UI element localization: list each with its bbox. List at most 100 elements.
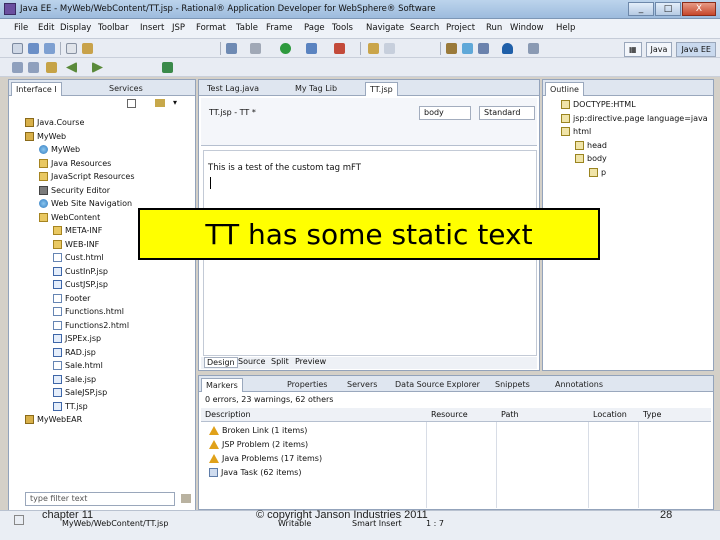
clear-filter-icon[interactable] — [181, 494, 191, 503]
tree-item[interactable]: Functions2.html — [53, 319, 129, 332]
mode-select[interactable]: Standard — [479, 106, 535, 120]
tree-item[interactable]: Java.Course — [25, 116, 84, 129]
outline-item[interactable]: p — [589, 166, 606, 179]
menu-edit[interactable]: Edit — [38, 23, 54, 33]
external-tools-icon[interactable] — [334, 43, 345, 54]
menu-display[interactable]: Display — [60, 23, 91, 33]
menu-frame[interactable]: Frame — [266, 23, 292, 33]
shield-icon[interactable] — [502, 43, 513, 54]
tree-item[interactable]: META-INF — [53, 224, 102, 237]
tab-my-tag-lib[interactable]: My Tag Lib — [291, 82, 341, 96]
new-folder-icon[interactable] — [368, 43, 379, 54]
perspective-java[interactable]: Java — [645, 41, 673, 57]
menu-search[interactable]: Search — [410, 23, 439, 33]
tab-interface[interactable]: Interface I — [11, 82, 62, 96]
marker-row[interactable]: Java Task (62 items) — [209, 466, 301, 479]
col-type[interactable]: Type — [643, 410, 661, 419]
search-icon[interactable] — [478, 43, 489, 54]
tree-item[interactable]: JSPEx.jsp — [53, 332, 101, 345]
tree-item[interactable]: TT.jsp — [53, 400, 88, 413]
tree-item[interactable]: SaleJSP.jsp — [53, 386, 107, 399]
tree-item[interactable]: Sale.jsp — [53, 373, 96, 386]
server-icon[interactable] — [250, 43, 261, 54]
menu-help[interactable]: Help — [556, 23, 575, 33]
tab-split[interactable]: Split — [271, 357, 289, 366]
tab-data-source-explorer[interactable]: Data Source Explorer — [391, 378, 484, 392]
tree-item[interactable]: WebContent — [39, 211, 100, 224]
tree-item[interactable]: WEB-INF — [53, 238, 99, 251]
close-button[interactable]: X — [682, 2, 716, 16]
tab-servers[interactable]: Servers — [343, 378, 381, 392]
menu-window[interactable]: Window — [510, 23, 544, 33]
tab-annotations[interactable]: Annotations — [551, 378, 607, 392]
menu-page[interactable]: Page — [304, 23, 325, 33]
outline-item[interactable]: body — [575, 152, 607, 165]
open-perspective-icon[interactable]: ▦ — [623, 41, 642, 57]
tree-item[interactable]: Cust.html — [53, 251, 104, 264]
marker-row[interactable]: Broken Link (1 items) — [209, 424, 307, 437]
view-menu-icon[interactable]: ▾ — [173, 98, 177, 107]
browser-icon[interactable] — [462, 43, 473, 54]
forward-icon[interactable] — [92, 62, 103, 73]
open-console-icon[interactable] — [162, 62, 173, 73]
new-file-icon[interactable] — [384, 43, 395, 54]
col-path[interactable]: Path — [501, 410, 519, 419]
run-icon[interactable] — [280, 43, 291, 54]
tree-item[interactable]: MyWebEAR — [25, 413, 82, 426]
tree-item[interactable]: Footer — [53, 292, 90, 305]
fast-view-icon[interactable] — [14, 515, 24, 525]
tab-markers[interactable]: Markers — [201, 378, 243, 392]
build-icon[interactable] — [226, 43, 237, 54]
prev-annotation-icon[interactable] — [28, 62, 39, 73]
filter-input[interactable]: type filter text — [25, 492, 175, 506]
menu-table[interactable]: Table — [236, 23, 258, 33]
tree-item[interactable]: MyWeb — [25, 130, 66, 143]
save-all-icon[interactable] — [44, 43, 55, 54]
tree-item[interactable]: MyWeb — [39, 143, 80, 156]
marker-row[interactable]: JSP Problem (2 items) — [209, 438, 308, 451]
minimize-button[interactable]: _ — [628, 2, 654, 16]
col-description[interactable]: Description — [205, 410, 251, 419]
link-editor-icon[interactable] — [155, 99, 165, 107]
open-type-icon[interactable] — [82, 43, 93, 54]
tab-design[interactable]: Design — [204, 357, 238, 368]
new-icon[interactable] — [12, 43, 23, 54]
last-edit-icon[interactable] — [46, 62, 57, 73]
tab-snippets[interactable]: Snippets — [491, 378, 534, 392]
outline-item[interactable]: DOCTYPE:HTML — [561, 98, 636, 111]
tab-preview[interactable]: Preview — [295, 357, 326, 366]
outline-item[interactable]: head — [575, 139, 607, 152]
print-icon[interactable] — [66, 43, 77, 54]
menu-toolbar[interactable]: Toolbar — [98, 23, 129, 33]
outline-item[interactable]: jsp:directive.page language=java — [561, 112, 708, 125]
perspective-javaee[interactable]: Java EE — [676, 41, 716, 57]
menu-navigate[interactable]: Navigate — [366, 23, 404, 33]
tree-item[interactable]: Java Resources — [39, 157, 111, 170]
outline-item[interactable]: html — [561, 125, 591, 138]
tab-properties[interactable]: Properties — [283, 378, 331, 392]
next-annotation-icon[interactable] — [12, 62, 23, 73]
tree-item[interactable]: CustJSP.jsp — [53, 278, 108, 291]
tab-test-lag-java[interactable]: Test Lag.java — [203, 82, 263, 96]
tree-item[interactable]: CustInP.jsp — [53, 265, 108, 278]
tab-source[interactable]: Source — [238, 357, 265, 366]
marker-row[interactable]: Java Problems (17 items) — [209, 452, 322, 465]
menu-run[interactable]: Run — [486, 23, 502, 33]
menu-file[interactable]: File — [14, 23, 28, 33]
debug-icon[interactable] — [306, 43, 317, 54]
pin-icon[interactable] — [528, 43, 539, 54]
tab-services[interactable]: Services — [105, 82, 147, 96]
collapse-all-icon[interactable] — [127, 99, 136, 108]
tree-item[interactable]: Sale.html — [53, 359, 103, 372]
tree-item[interactable]: Security Editor — [39, 184, 110, 197]
tree-item[interactable]: Web Site Navigation — [39, 197, 132, 210]
tree-item[interactable]: RAD.jsp — [53, 346, 96, 359]
save-icon[interactable] — [28, 43, 39, 54]
menu-jsp[interactable]: JSP — [172, 23, 185, 33]
tab-outline[interactable]: Outline — [545, 82, 584, 96]
menu-project[interactable]: Project — [446, 23, 475, 33]
menu-tools[interactable]: Tools — [332, 23, 353, 33]
tab-tt-jsp[interactable]: TT.jsp — [365, 82, 398, 96]
back-icon[interactable] — [66, 62, 77, 73]
pencil-icon[interactable] — [446, 43, 457, 54]
